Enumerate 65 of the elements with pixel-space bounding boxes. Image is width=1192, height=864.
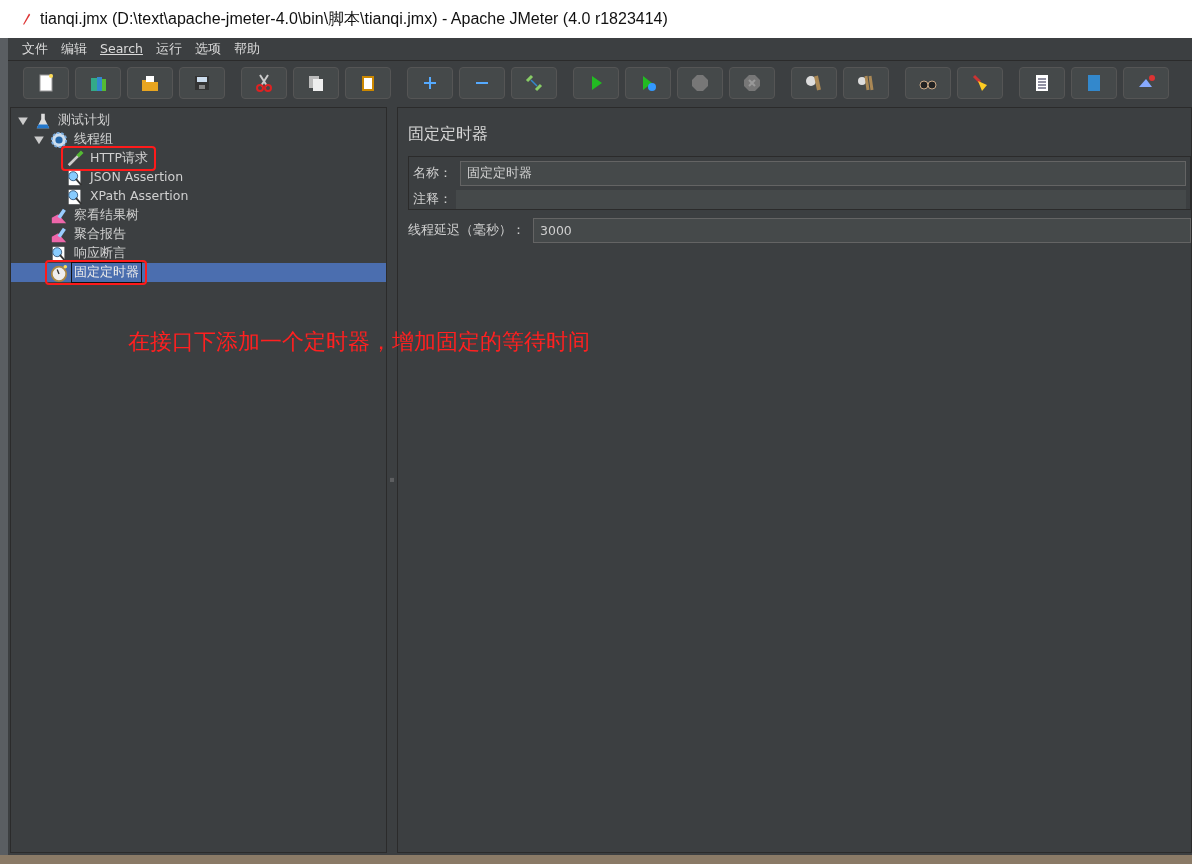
tree-label[interactable]: 察看结果树 xyxy=(71,205,142,226)
tree-label[interactable]: 固定定时器 xyxy=(71,262,142,283)
toolbar-button[interactable] xyxy=(905,67,951,99)
menu-item[interactable]: 运行 xyxy=(155,39,182,59)
delay-field[interactable]: 3000 xyxy=(533,218,1191,243)
annotation-text: 在接口下添加一个定时器，增加固定的等待时间 xyxy=(128,328,590,356)
chart-icon xyxy=(50,225,68,244)
tree-label[interactable]: 聚合报告 xyxy=(71,224,129,245)
stop-icon xyxy=(690,73,710,93)
toolbar-button[interactable] xyxy=(791,67,837,99)
toggle-icon xyxy=(524,73,544,93)
name-field[interactable]: 固定定时器 xyxy=(460,161,1186,186)
broom-icon xyxy=(970,73,990,93)
minus-icon xyxy=(476,82,488,84)
field-label: 注释： xyxy=(413,190,452,209)
field-label: 线程延迟（毫秒）： xyxy=(408,221,525,240)
cut-icon xyxy=(254,73,274,93)
shutdown-icon xyxy=(742,73,762,93)
stopwatch-icon xyxy=(50,263,68,282)
tree-label[interactable]: HTTP请求 xyxy=(87,148,151,169)
toolbar-button[interactable] xyxy=(1019,67,1065,99)
magnifier-icon xyxy=(50,244,68,263)
tree-item[interactable]: 响应断言 xyxy=(11,244,386,263)
tree-label[interactable]: 响应断言 xyxy=(71,243,129,264)
save-icon xyxy=(192,73,212,93)
menu-item[interactable]: 文件 xyxy=(22,39,48,59)
tree-item[interactable]: 固定定时器 xyxy=(11,263,386,282)
menu-item[interactable]: 编辑 xyxy=(61,39,87,59)
tree-item[interactable]: 聚合报告 xyxy=(11,225,386,244)
tree-item[interactable]: 线程组 xyxy=(11,130,386,149)
tree-label[interactable]: XPath Assertion xyxy=(87,186,192,207)
toolbar-button[interactable] xyxy=(179,67,225,99)
flask-icon xyxy=(34,111,52,130)
expand-icon[interactable] xyxy=(17,114,29,127)
panel-title: 固定定时器 xyxy=(408,123,489,145)
tree-item[interactable]: HTTP请求 xyxy=(11,149,386,168)
chart-icon xyxy=(50,206,68,225)
expand-icon[interactable] xyxy=(33,133,45,146)
magnifier-icon xyxy=(66,187,84,206)
tree-item[interactable]: 测试计划 xyxy=(11,111,386,130)
copy-icon xyxy=(306,73,326,93)
toolbar-button[interactable] xyxy=(1123,67,1169,99)
tree-label[interactable]: 线程组 xyxy=(71,129,116,150)
toolbar-button[interactable] xyxy=(127,67,173,99)
menu-item[interactable]: 选项 xyxy=(194,39,221,59)
toolbar-button[interactable] xyxy=(345,67,391,99)
pipette-icon xyxy=(66,149,84,168)
tree-item[interactable]: XPath Assertion xyxy=(11,187,386,206)
folder-icon xyxy=(140,73,160,93)
menu-item[interactable]: 帮助 xyxy=(233,39,260,59)
tree-label[interactable]: 测试计划 xyxy=(55,110,113,131)
toolbar-button[interactable] xyxy=(23,67,69,99)
menu-item[interactable]: Search xyxy=(100,39,143,59)
tree-item[interactable]: JSON Assertion xyxy=(11,168,386,187)
toolbar-button[interactable] xyxy=(241,67,287,99)
tree-item[interactable]: 察看结果树 xyxy=(11,206,386,225)
tree-label[interactable]: JSON Assertion xyxy=(87,167,187,188)
toolbar-button[interactable] xyxy=(293,67,339,99)
gear-icon xyxy=(50,130,68,149)
toolbar-button[interactable] xyxy=(957,67,1003,99)
comment-field[interactable] xyxy=(456,190,1186,209)
new-file-icon xyxy=(36,73,56,93)
window-title: tianqi.jmx (D:\text\apache-jmeter-4.0\bin\脚本\tianqi.jmx) - Apache JMeter (4.0 r1823414) xyxy=(40,9,668,29)
field-label: 名称： xyxy=(413,164,452,183)
toolbar-button[interactable] xyxy=(843,67,889,99)
